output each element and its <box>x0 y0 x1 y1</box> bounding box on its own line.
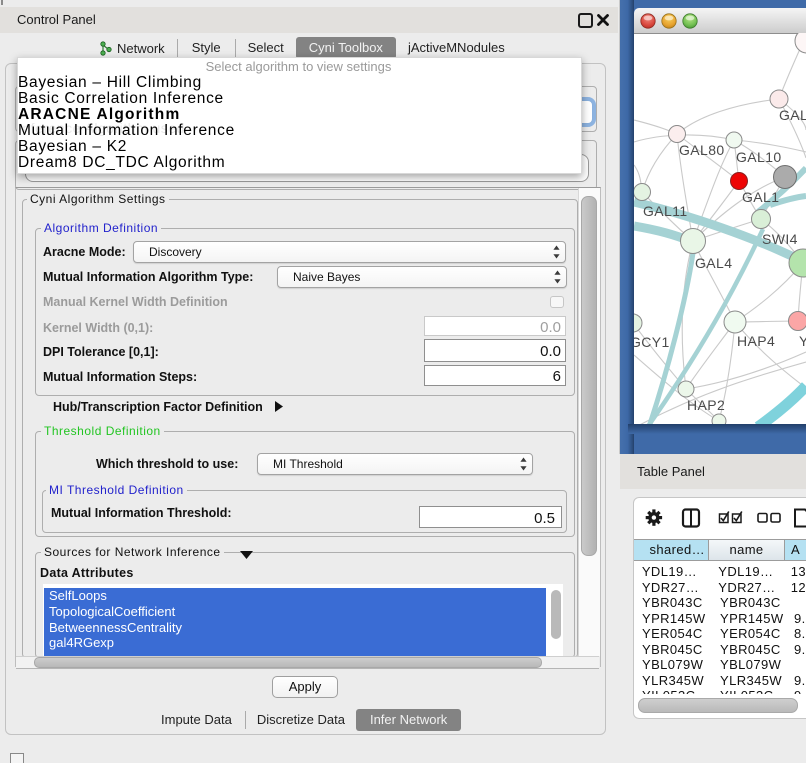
svg-text:GAL11: GAL11 <box>643 203 688 219</box>
svg-text:GAL4: GAL4 <box>695 255 732 271</box>
svg-text:SWI4: SWI4 <box>762 231 798 247</box>
svg-text:HAP2: HAP2 <box>687 397 725 413</box>
svg-text:YJ: YJ <box>799 333 806 349</box>
svg-text:GCY1: GCY1 <box>634 334 670 350</box>
svg-text:GAL10: GAL10 <box>736 149 782 165</box>
svg-text:HAP4: HAP4 <box>737 333 775 349</box>
svg-text:GAL80: GAL80 <box>679 142 725 158</box>
svg-text:GAL1: GAL1 <box>742 189 779 205</box>
svg-text:GAL2: GAL2 <box>779 107 806 123</box>
